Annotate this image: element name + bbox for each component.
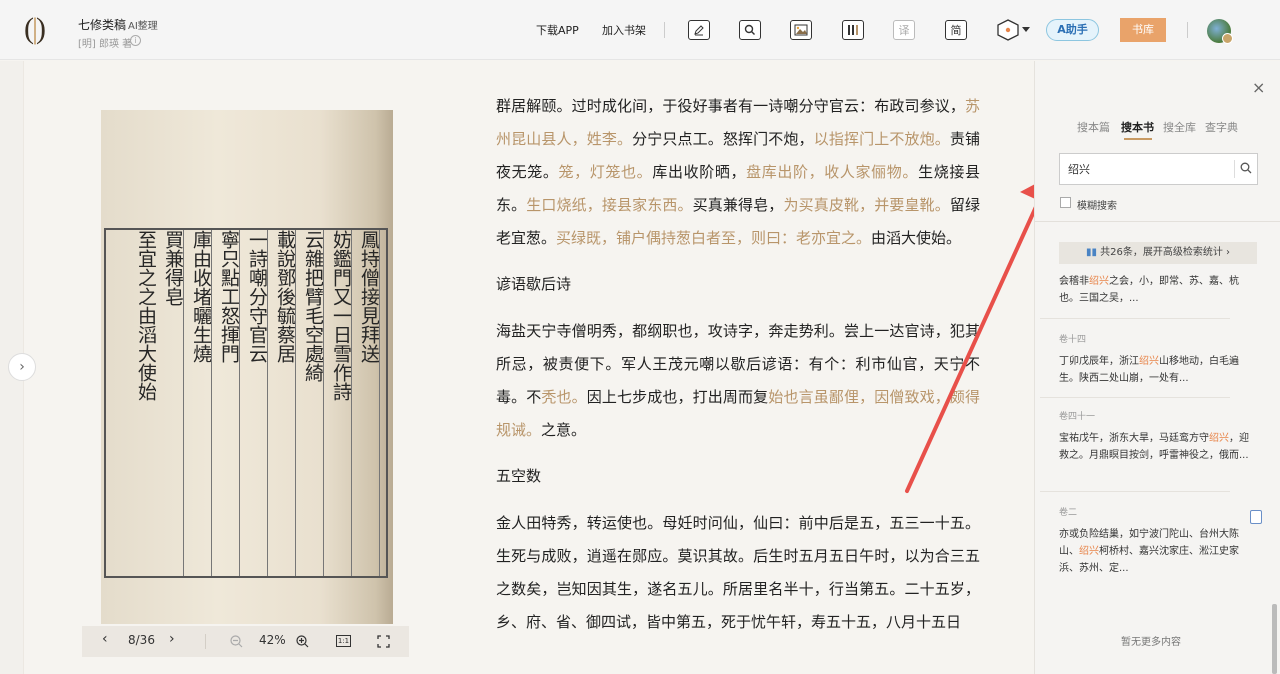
page-scan-image: 鳳持僧接見拜送 妨鑑門又一日雪作詩 云雜把臂毛空處綺 載說鄧後毓蔡居 一詩嘲分守… bbox=[101, 110, 393, 624]
annotation-text: 笼，灯笼也。 bbox=[558, 163, 653, 181]
scan-column: 鳳持僧接見拜送 bbox=[358, 230, 380, 576]
search-divider bbox=[1234, 160, 1235, 178]
panel-scrollbar[interactable] bbox=[1270, 268, 1278, 674]
annotation-text: 盘库出阶，收人家俪物。 bbox=[746, 163, 919, 181]
annotation-text: 买绿既，铺户偶持葱白者至，则曰：老亦宜之。 bbox=[556, 229, 872, 247]
zoom-level: 42% bbox=[259, 633, 286, 647]
site-logo[interactable]: (|) bbox=[24, 12, 60, 48]
paragraph: 金人田特秀，转运使也。母妊时问仙，仙曰：前中后是五，五三一十五。生死与成败，逍遥… bbox=[496, 514, 980, 631]
search-box bbox=[1059, 153, 1258, 185]
caret-down-icon bbox=[1022, 27, 1030, 32]
hexagon-icon bbox=[997, 19, 1019, 41]
scan-column: 妨鑑門又一日雪作詩 bbox=[330, 230, 352, 576]
translate-icon[interactable]: 译 bbox=[893, 20, 915, 40]
scan-column: 云雜把臂毛空處綺 bbox=[302, 230, 324, 576]
result-volume: 卷二 bbox=[1059, 508, 1078, 518]
search-input[interactable] bbox=[1068, 154, 1228, 184]
main-text: 之意。 bbox=[541, 421, 587, 439]
next-page-icon[interactable]: › bbox=[169, 631, 175, 647]
scan-column: 庫由收堵曬生燒 bbox=[190, 230, 212, 576]
active-tab-indicator bbox=[1124, 138, 1152, 140]
transcribed-text: 群居解颐。过时成化间，于役好事者有一诗嘲分守官云：布政司参议，苏州昆山县人，姓李… bbox=[496, 97, 980, 652]
top-bar: (|) 七修类稿 AI整理 [明] 郎瑛 著 i 下载APP 加入书架 译 简 … bbox=[0, 0, 1280, 60]
main-text: 买真兼得皂， bbox=[692, 196, 784, 214]
page-controls: ‹ 8/36 › 42% 1:1 bbox=[82, 626, 409, 657]
annotation-text: 为买真皮靴，并要皇靴。 bbox=[783, 196, 950, 214]
zoom-out-icon[interactable] bbox=[230, 635, 243, 648]
scan-column: 買兼得皂 bbox=[162, 230, 184, 576]
add-to-shelf-link[interactable]: 加入书架 bbox=[602, 22, 646, 38]
info-icon[interactable]: i bbox=[130, 35, 141, 46]
download-app-link[interactable]: 下载APP bbox=[536, 22, 579, 38]
vip-badge bbox=[1222, 33, 1233, 44]
header-divider bbox=[1187, 22, 1188, 38]
result-volume: 卷四十一 bbox=[1059, 412, 1096, 422]
main-text: 由滔大使始。 bbox=[871, 229, 962, 247]
fuzzy-search-checkbox[interactable] bbox=[1060, 197, 1071, 208]
search-result-item[interactable]: 卷四十一 宝祐戊午，浙东大旱，马廷鸾方守绍兴，迎救之。月鼎瞑目按剑，呼雷神役之，… bbox=[1059, 409, 1249, 464]
section-heading: 谚语歇后诗 bbox=[496, 275, 572, 293]
main-text: 群居解颐。过时成化间，于役好事者有一诗嘲分守官云：布政司参议， bbox=[496, 97, 965, 115]
main-text: 分宁只点工。怒挥门不炮， bbox=[632, 130, 814, 148]
paragraph: 群居解颐。过时成化间，于役好事者有一诗嘲分守官云：布政司参议，苏州昆山县人，姓李… bbox=[496, 90, 980, 255]
stats-label: 共26条，展开高级检索统计 › bbox=[1100, 247, 1231, 258]
book-author: [明] 郎瑛 著 bbox=[78, 39, 133, 50]
tab-dictionary[interactable]: 查字典 bbox=[1205, 119, 1238, 135]
search-text-icon[interactable] bbox=[739, 20, 761, 40]
search-icon[interactable] bbox=[1240, 162, 1252, 174]
scan-column: 至宜之之由滔大使始 bbox=[135, 230, 156, 401]
fuzzy-search-label: 模糊搜索 bbox=[1077, 201, 1117, 212]
image-icon[interactable] bbox=[790, 20, 812, 40]
advanced-stats-button[interactable]: ▮▮ 共26条，展开高级检索统计 › bbox=[1059, 242, 1257, 264]
result-divider bbox=[1040, 491, 1230, 492]
tab-search-chapter[interactable]: 搜本篇 bbox=[1077, 119, 1110, 135]
zoom-in-icon[interactable] bbox=[296, 635, 309, 648]
search-result-item[interactable]: 会稽非绍兴之会，小，即常、苏、嘉、杭也。三国之吴，... bbox=[1059, 273, 1249, 307]
prev-page-icon[interactable]: ‹ bbox=[102, 631, 108, 647]
page-indicator: 8/36 bbox=[128, 633, 155, 647]
result-divider bbox=[1040, 397, 1230, 398]
paragraph: 海盐天宁寺僧明秀，都纲职也，攻诗字，奔走势利。尝上一达官诗，犯其所忌，被责便下。… bbox=[496, 315, 980, 447]
library-button[interactable]: 书库 bbox=[1120, 18, 1166, 42]
tab-search-book[interactable]: 搜本书 bbox=[1121, 119, 1154, 135]
simplified-chinese-icon[interactable]: 简 bbox=[945, 20, 967, 40]
fullscreen-icon[interactable] bbox=[377, 635, 390, 648]
annotation-text: 以指挥门上不放炮。 bbox=[813, 130, 950, 148]
theme-selector[interactable] bbox=[996, 18, 1032, 42]
scan-column: 一詩嘲分守官云 bbox=[246, 230, 268, 576]
search-result-item[interactable]: 卷二 亦或负险结巢，如宁波门陀山、台州大陈山、绍兴柯桥村、嘉兴沈家庄、淞江史家浜… bbox=[1059, 505, 1249, 577]
chevron-right-icon[interactable]: › bbox=[8, 353, 36, 381]
result-divider bbox=[1040, 318, 1230, 319]
panel-divider bbox=[1035, 221, 1280, 222]
no-more-content: 暂无更多内容 bbox=[1121, 637, 1181, 648]
pager-divider bbox=[205, 634, 206, 649]
bar-chart-icon: ▮▮ bbox=[1085, 247, 1101, 258]
annotation-text: 生口烧纸，接县家东西。 bbox=[526, 196, 693, 214]
book-title: 七修类稿 bbox=[78, 18, 127, 32]
scan-column: 寧只點工怒揮門 bbox=[218, 230, 240, 576]
bamboo-slips-icon[interactable] bbox=[842, 20, 864, 40]
search-result-item[interactable]: 卷十四 丁卯戊辰年，浙江绍兴山移地动，白毛遍生。陕西二处山崩，一处有... bbox=[1059, 332, 1249, 387]
close-icon[interactable]: × bbox=[1252, 78, 1265, 97]
annotation-text: 秃也。 bbox=[541, 388, 587, 406]
section-heading: 五空数 bbox=[496, 467, 542, 485]
scan-column: 載說鄧後毓蔡居 bbox=[274, 230, 296, 576]
pen-icon[interactable] bbox=[688, 20, 710, 40]
ai-tag: AI整理 bbox=[128, 21, 158, 32]
tab-search-library[interactable]: 搜全库 bbox=[1163, 119, 1196, 135]
ai-assistant-button[interactable]: A助手 bbox=[1046, 19, 1099, 41]
main-text: 库出收阶晒， bbox=[652, 163, 747, 181]
result-volume: 卷十四 bbox=[1059, 335, 1087, 345]
note-icon[interactable] bbox=[1250, 510, 1262, 524]
main-text: 因上七步成也，打出周而复 bbox=[586, 388, 769, 406]
header-divider bbox=[664, 22, 665, 38]
scrollbar-thumb[interactable] bbox=[1272, 604, 1277, 674]
actual-size-icon[interactable]: 1:1 bbox=[336, 635, 351, 647]
